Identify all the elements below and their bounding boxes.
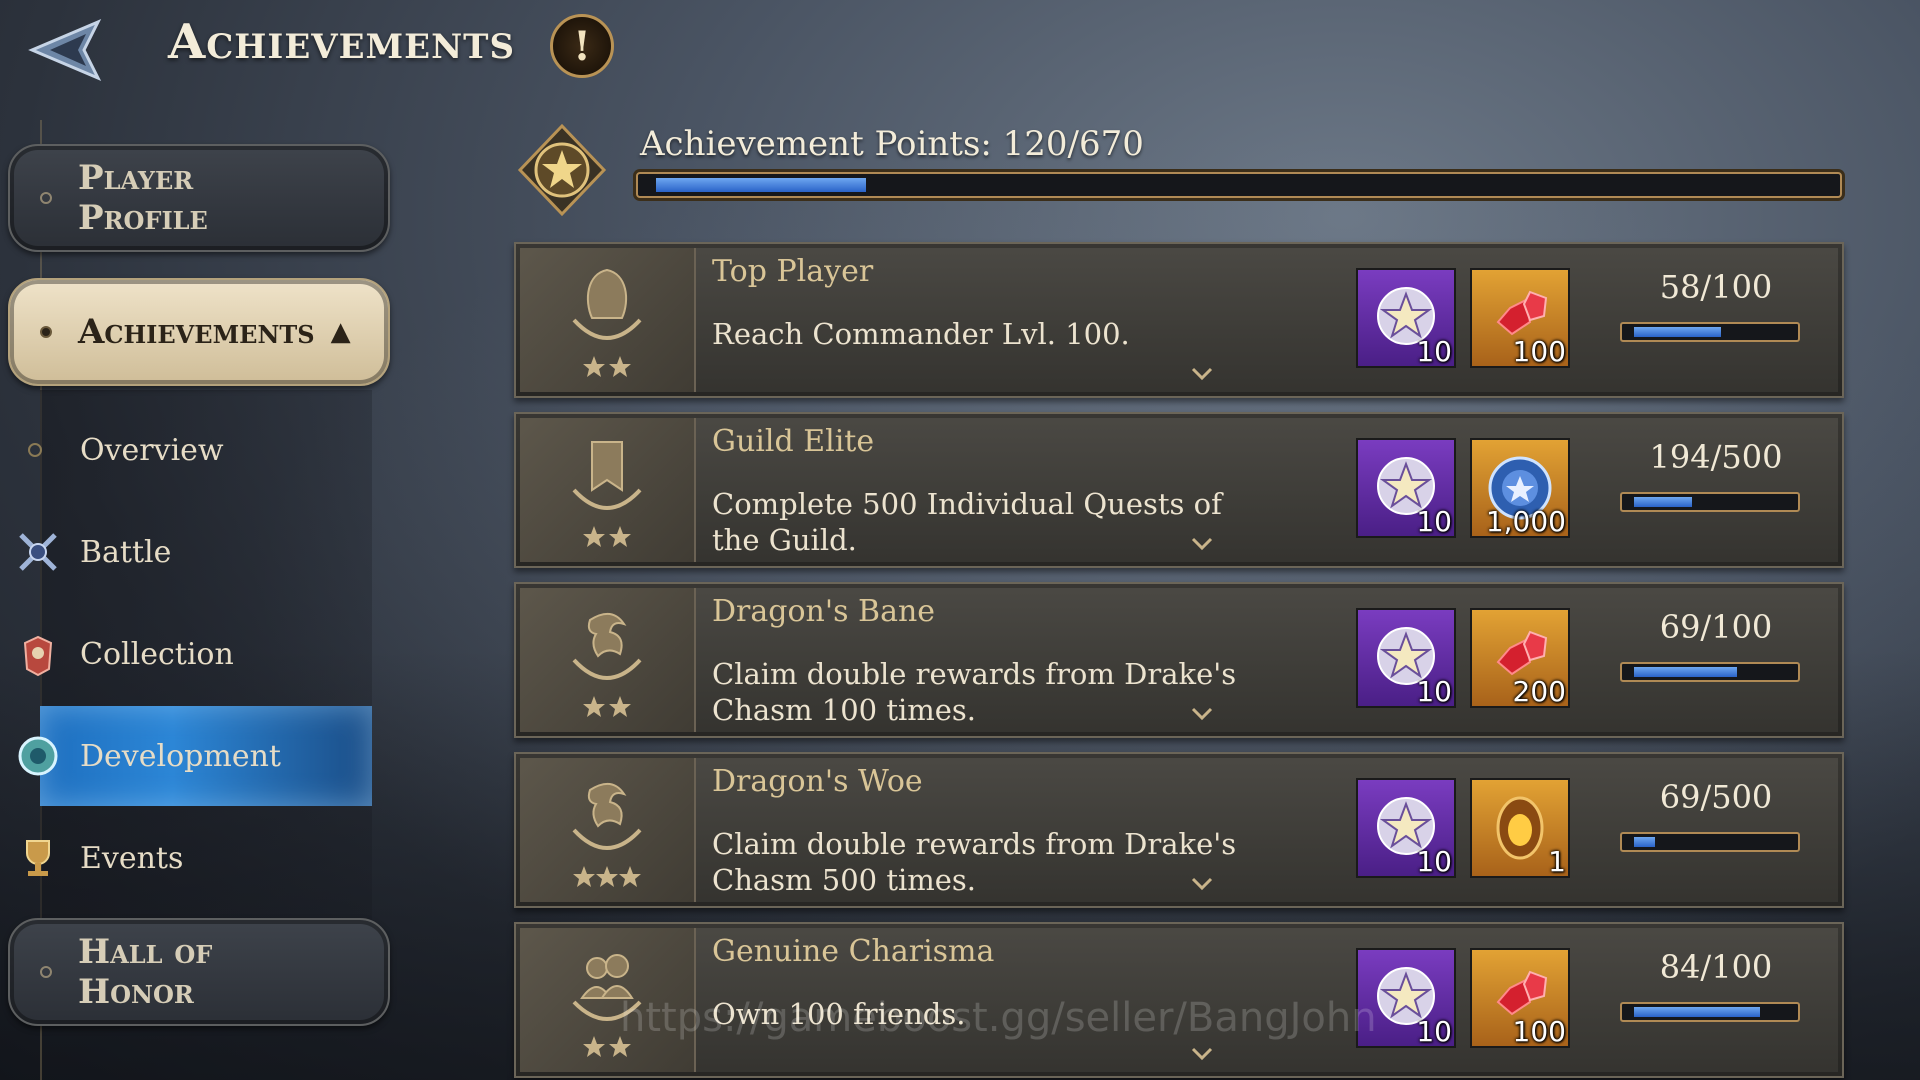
category-label: Achievements (78, 312, 315, 352)
category-label: Hall of Honor (78, 932, 213, 1012)
dot-icon (40, 966, 52, 978)
reward-quantity: 10 (1416, 845, 1452, 878)
sidebar-item-collection[interactable]: Collection (23, 604, 372, 704)
red-gems-icon[interactable]: 100 (1470, 268, 1570, 368)
achievement-description: Complete 500 Individual Quests of the Gu… (712, 487, 1222, 557)
progress-fill (1634, 667, 1737, 677)
achievement-description: Claim double rewards from Drake's Chasm … (712, 827, 1237, 897)
caret-up-icon: ▲ (330, 317, 351, 347)
banner-emblem-icon (520, 418, 696, 562)
progress-text: 194/500 (1649, 438, 1783, 476)
achievement-row: Dragon's Bane Claim double rewards from … (514, 582, 1844, 738)
achievement-title: Guild Elite (712, 424, 875, 459)
category-hall-of-honor[interactable]: Hall of Honor (8, 918, 390, 1026)
achievement-title: Top Player (712, 254, 874, 289)
info-button[interactable]: ! (550, 14, 614, 78)
progress-text: 69/100 (1659, 608, 1773, 646)
chevron-down-icon[interactable] (1190, 364, 1214, 384)
achievement-title: Dragon's Woe (712, 764, 923, 799)
star-medal-icon[interactable]: 10 (1356, 778, 1456, 878)
achievement-title: Genuine Charisma (712, 934, 995, 969)
sidebar-item-label: Overview (80, 432, 224, 468)
gear-shield-icon (10, 728, 66, 784)
progress-bar (1620, 322, 1800, 342)
dot-icon (40, 192, 52, 204)
star-medal-icon[interactable]: 10 (1356, 608, 1456, 708)
sidebar-item-events[interactable]: Events (26, 808, 372, 908)
red-gems-icon[interactable]: 100 (1470, 948, 1570, 1048)
reward-quantity: 10 (1416, 335, 1452, 368)
amber-relic-icon[interactable]: 1 (1470, 778, 1570, 878)
blue-orb-icon[interactable]: 1,000 (1470, 438, 1570, 538)
sidebar-item-label: Development (80, 738, 281, 774)
star-medal-icon[interactable]: 10 (1356, 268, 1456, 368)
helmet-emblem-icon (520, 248, 696, 392)
progress-fill (1634, 327, 1721, 337)
sidebar-item-label: Battle (80, 534, 172, 570)
achievement-points-fill (656, 178, 866, 192)
progress-text: 84/100 (1659, 948, 1773, 986)
sidebar-item-label: Collection (80, 636, 234, 672)
chevron-down-icon[interactable] (1190, 1044, 1214, 1064)
progress-bar (1620, 662, 1800, 682)
chevron-down-icon[interactable] (1190, 534, 1214, 554)
sidebar-item-development[interactable]: Development (18, 706, 372, 806)
achievement-title: Dragon's Bane (712, 594, 936, 629)
dot-icon (28, 443, 42, 457)
reward-quantity: 10 (1416, 1015, 1452, 1048)
progress-text: 58/100 (1659, 268, 1773, 306)
progress-bar (1620, 492, 1800, 512)
achievement-description: Claim double rewards from Drake's Chasm … (712, 657, 1237, 727)
chevron-down-icon[interactable] (1190, 874, 1214, 894)
achievement-row: Guild Elite Complete 500 Individual Ques… (514, 412, 1844, 568)
achievement-row: Dragon's Woe Claim double rewards from D… (514, 752, 1844, 908)
progress-bar (1620, 832, 1800, 852)
sidebar-item-overview[interactable]: Overview (28, 400, 372, 500)
dot-icon (40, 326, 52, 338)
sidebar-item-label: Events (80, 840, 184, 876)
star-medal-icon[interactable]: 10 (1356, 438, 1456, 538)
reward-quantity: 100 (1512, 335, 1566, 368)
progress-fill (1634, 497, 1692, 507)
reward-quantity: 10 (1416, 505, 1452, 538)
back-arrow-icon (28, 19, 102, 81)
trophy-icon (10, 830, 66, 886)
back-button[interactable] (22, 10, 114, 90)
red-gems-icon[interactable]: 200 (1470, 608, 1570, 708)
progress-text: 69/500 (1659, 778, 1773, 816)
achievement-row: Top Player Reach Commander Lvl. 100. 10 … (514, 242, 1844, 398)
achievement-points-bar (636, 172, 1842, 198)
category-player-profile[interactable]: Player Profile (8, 144, 390, 252)
crossed-swords-icon (10, 524, 66, 580)
reward-quantity: 10 (1416, 675, 1452, 708)
reward-quantity: 1,000 (1485, 505, 1566, 538)
page-title: Achievements (168, 14, 516, 70)
reward-quantity: 1 (1548, 845, 1566, 878)
reward-quantity: 200 (1512, 675, 1566, 708)
points-star-icon (510, 118, 614, 222)
dragon-emblem-icon (520, 588, 696, 732)
category-label: Player Profile (78, 158, 208, 238)
progress-bar (1620, 1002, 1800, 1022)
chevron-down-icon[interactable] (1190, 704, 1214, 724)
dragon-emblem-icon (520, 758, 696, 902)
armor-icon (10, 626, 66, 682)
sidebar-item-battle[interactable]: Battle (19, 502, 372, 602)
achievement-description: Reach Commander Lvl. 100. (712, 317, 1130, 351)
progress-fill (1634, 837, 1655, 847)
progress-fill (1634, 1007, 1760, 1017)
watermark: https://gameboost.gg/seller/BangJohn (620, 995, 1377, 1041)
category-achievements[interactable]: Achievements ▲ (8, 278, 390, 386)
achievement-points-label: Achievement Points: 120/670 (640, 124, 1144, 164)
reward-quantity: 100 (1512, 1015, 1566, 1048)
sidebar: Player Profile Achievements ▲ Overview B… (0, 120, 400, 1080)
